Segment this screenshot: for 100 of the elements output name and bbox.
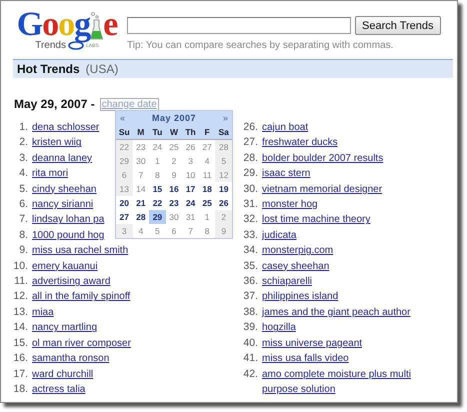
rank-number: 3. [18, 150, 28, 166]
trend-link[interactable]: all in the family spinoff [32, 289, 130, 305]
flask-icon [90, 11, 104, 41]
calendar-day: 2 [166, 154, 182, 168]
rank-number: 18. [12, 382, 28, 397]
rank-number: 42. [242, 366, 258, 382]
rank-number: 11. [13, 274, 28, 290]
section-title: Hot Trends [17, 62, 80, 76]
next-month-link[interactable]: » [222, 113, 228, 123]
calendar-day: 4 [132, 224, 150, 238]
calendar-day: 11 [198, 168, 216, 182]
rank-number: 7. [18, 212, 28, 228]
search-field[interactable] [127, 17, 351, 34]
rank-number: 35. [242, 258, 258, 274]
rank-number: 8. [18, 228, 28, 243]
trend-link[interactable]: emery kauanui [32, 258, 98, 274]
rank-number: 41. [242, 351, 258, 366]
previous-month-link[interactable]: « [120, 113, 126, 123]
trend-link[interactable]: bolder boulder 2007 results [262, 150, 384, 166]
logo-text: e [103, 9, 118, 41]
rank-number: 31. [242, 197, 258, 212]
weekday-label: Th [182, 125, 199, 140]
trend-link[interactable]: deanna laney [32, 150, 92, 166]
rank-number: 27. [242, 135, 258, 150]
calendar-day: 31 [182, 210, 199, 224]
weekday-label: Tu [149, 125, 166, 140]
calendar-day: 30 [132, 154, 150, 168]
trend-link[interactable]: nancy sirianni [32, 197, 94, 212]
calendar-day[interactable]: 29 [149, 210, 166, 224]
rank-number: 30. [242, 182, 258, 197]
trend-link[interactable]: miss usa rachel smith [32, 243, 128, 259]
rank-number: 38. [242, 304, 258, 320]
rank-number: 17. [12, 366, 28, 382]
trend-link[interactable]: philippines island [262, 289, 338, 305]
rank-number: 9. [18, 243, 28, 258]
calendar-day: 29 [116, 154, 133, 168]
logo-subtitle: Trends [35, 40, 66, 51]
rank-number: 12. [12, 289, 28, 304]
weekday-label: Sa [215, 125, 232, 140]
trend-link[interactable]: monster hog [262, 197, 318, 212]
trend-link[interactable]: freshwater ducks [262, 135, 338, 151]
calendar-day: 6 [166, 224, 182, 238]
rank-number: 6. [18, 197, 28, 212]
trend-link[interactable]: casey sheehan [262, 258, 330, 274]
calendar-day: 9 [215, 224, 232, 238]
trend-link[interactable]: 1000 pound hog [32, 228, 104, 244]
trend-link[interactable]: ol man river composer [32, 336, 131, 352]
tip-text: Tip: You can compare searches by separating with commas. [127, 40, 394, 51]
rank-number: 26. [242, 120, 258, 135]
trend-link[interactable]: miss universe pageant [262, 336, 362, 352]
region-label: (USA) [86, 62, 118, 76]
rank-number: 28. [242, 150, 258, 166]
trend-link[interactable]: vietnam memorial designer [262, 182, 382, 198]
logo-text: Goog [16, 9, 90, 41]
rank-number: 10. [12, 258, 28, 274]
rank-number: 32. [242, 212, 258, 228]
trend-link[interactable]: monsterpig.com [262, 243, 334, 259]
calendar-day: 1 [149, 154, 166, 168]
trend-link[interactable]: schiaparelli [262, 274, 312, 290]
trend-link[interactable]: ward churchill [32, 366, 94, 382]
trend-link[interactable]: nancy martling [32, 320, 98, 336]
trend-link[interactable]: hogzilla [262, 320, 296, 336]
trend-link[interactable]: lindsay lohan pa [32, 212, 104, 228]
calendar-day: 5 [149, 224, 166, 238]
trend-link[interactable]: miaa [32, 304, 54, 320]
calendar-day: 3 [182, 154, 199, 168]
weekday-label: W [166, 125, 182, 140]
trend-link[interactable]: miss usa falls video [262, 351, 349, 366]
trend-link[interactable]: actress talia [32, 382, 86, 398]
calendar-day: 6 [116, 168, 133, 182]
calendar-day: 22 [116, 140, 133, 154]
trend-link[interactable]: amo complete moisture plus multi purpose solution [262, 366, 447, 398]
rank-number: 1. [18, 120, 28, 135]
calendar-day: 5 [215, 154, 232, 168]
calendar-day: 27 [198, 140, 216, 154]
calendar-day: 25 [166, 140, 182, 154]
rank-number: 16. [12, 351, 28, 366]
search-button[interactable]: Search Trends [355, 16, 441, 35]
trend-link[interactable]: samantha ronson [32, 351, 110, 366]
calendar-day: 26 [182, 140, 199, 154]
rank-number: 39. [242, 320, 258, 336]
rank-number: 37. [242, 289, 258, 304]
calendar-day: 7 [182, 224, 199, 238]
rank-number: 34. [242, 243, 258, 258]
trend-link[interactable]: rita mori [32, 166, 68, 182]
trend-link[interactable]: lost time machine theory [262, 212, 370, 228]
trend-link[interactable]: judicata [262, 228, 296, 244]
calendar-day: 28 [215, 140, 232, 154]
trend-link[interactable]: kristen wiig [32, 135, 82, 151]
calendar-day: 13 [116, 182, 133, 196]
rank-number: 4. [18, 166, 28, 182]
trend-link[interactable]: advertising award [32, 274, 110, 290]
trend-link[interactable]: james and the giant peach author [262, 304, 410, 320]
date-label: May 29, 2007 - [14, 97, 95, 111]
trend-link[interactable]: dena schlosser [32, 120, 100, 136]
trend-link[interactable]: isaac stern [262, 166, 310, 182]
trend-link[interactable]: cindy sheehan [32, 182, 96, 198]
calendar-day: 14 [132, 182, 150, 196]
weekday-label: F [198, 125, 216, 140]
trend-link[interactable]: cajun boat [262, 120, 308, 136]
